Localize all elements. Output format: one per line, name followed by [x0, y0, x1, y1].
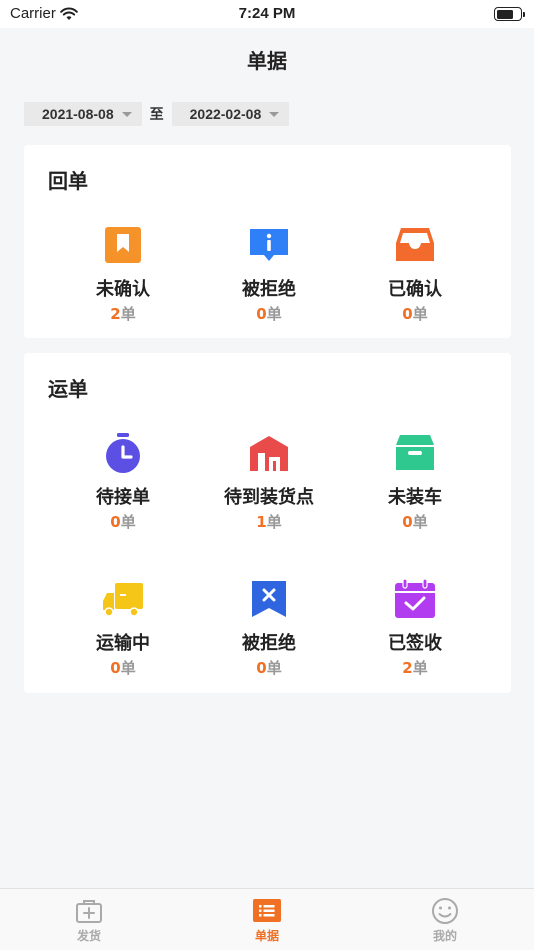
box-icon [396, 435, 434, 470]
receipt-section-card: 回单 未确认 2单 被拒绝 0单 已确认 0单 [24, 145, 511, 338]
item-count: 0单 [402, 513, 428, 531]
item-count: 0单 [256, 305, 282, 323]
item-count: 0单 [256, 659, 282, 677]
item-count: 0单 [110, 513, 136, 531]
date-range-filter: 2021-08-08 至 2022-02-08 [24, 102, 290, 126]
tab-ship[interactable]: 发货 [0, 889, 178, 950]
item-label: 待到装货点 [224, 487, 314, 508]
waybill-not-loaded-item[interactable]: 未装车 0单 [340, 431, 490, 532]
end-date-value: 2022-02-08 [189, 106, 262, 122]
tab-label: 单据 [254, 929, 279, 943]
item-label: 运输中 [96, 633, 150, 654]
end-date-picker[interactable]: 2022-02-08 [171, 102, 290, 126]
page-title: 单据 [247, 48, 287, 73]
item-count: 2单 [402, 659, 428, 677]
tab-documents[interactable]: 单据 [178, 889, 356, 950]
document-list-icon [253, 899, 281, 922]
item-count: 2单 [110, 305, 136, 323]
warehouse-icon [250, 436, 288, 471]
tab-label: 发货 [76, 929, 101, 943]
caret-down-icon [121, 111, 132, 117]
medical-box-icon [76, 900, 102, 923]
stopwatch-icon [106, 433, 140, 473]
truck-icon [103, 583, 143, 617]
calendar-check-icon [395, 578, 435, 618]
item-label: 被拒绝 [242, 279, 296, 300]
rejected-bookmark-icon [252, 581, 286, 617]
start-date-value: 2021-08-08 [42, 106, 114, 122]
receipt-rejected-item[interactable]: 被拒绝 0单 [194, 223, 344, 324]
waybill-rejected-item[interactable]: 被拒绝 0单 [194, 577, 344, 678]
section-title: 回单 [48, 169, 88, 193]
waybill-pending-accept-item[interactable]: 待接单 0单 [48, 431, 198, 532]
start-date-picker[interactable]: 2021-08-08 [24, 102, 142, 126]
item-count: 1单 [256, 513, 282, 531]
smiley-icon [432, 898, 458, 924]
item-label: 未确认 [96, 279, 150, 300]
receipt-unconfirmed-item[interactable]: 未确认 2单 [48, 223, 198, 324]
item-label: 被拒绝 [242, 633, 296, 654]
waybill-signed-item[interactable]: 已签收 2单 [340, 577, 490, 678]
info-chat-icon [250, 229, 288, 261]
item-label: 已确认 [388, 279, 442, 300]
waybill-in-transit-item[interactable]: 运输中 0单 [48, 577, 198, 678]
status-bar: Carrier 7:24 PM [0, 0, 534, 28]
tab-bar: 发货 单据 我的 [0, 888, 534, 950]
waybill-section-card: 运单 待接单 0单 待到装货点 1单 未装车 0单 运输中 0单 被拒绝 0单 … [24, 353, 511, 693]
bookmark-icon [105, 227, 141, 263]
tab-label: 我的 [432, 929, 457, 943]
date-separator: 至 [149, 107, 164, 123]
item-count: 0单 [110, 659, 136, 677]
item-count: 0单 [402, 305, 428, 323]
item-label: 未装车 [388, 487, 442, 508]
item-label: 已签收 [388, 633, 442, 654]
section-title: 运单 [48, 377, 88, 401]
tab-profile[interactable]: 我的 [356, 889, 534, 950]
receipt-confirmed-item[interactable]: 已确认 0单 [340, 223, 490, 324]
waybill-to-loading-point-item[interactable]: 待到装货点 1单 [194, 431, 344, 532]
battery-icon [494, 7, 525, 21]
item-label: 待接单 [96, 487, 150, 508]
inbox-icon [396, 228, 434, 261]
navigation-bar: 单据 [0, 28, 534, 90]
caret-down-icon [269, 111, 280, 117]
status-time: 7:24 PM [238, 5, 296, 22]
